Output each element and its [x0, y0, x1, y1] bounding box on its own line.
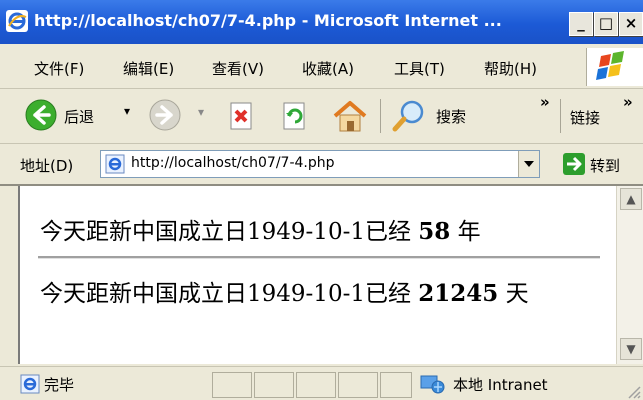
years-unit: 年 [457, 219, 481, 245]
refresh-icon[interactable] [281, 101, 309, 131]
ie-page-icon [105, 154, 125, 174]
forward-icon[interactable] [148, 98, 182, 132]
search-label: 搜索 [436, 108, 467, 126]
browser-window: http://localhost/ch07/7-4.php - Microsof… [0, 0, 643, 400]
days-prefix: 今天距新中国成立日 [40, 281, 247, 307]
back-label: 后退 [64, 108, 95, 126]
page-content: 今天距新中国成立日1949-10-1已经 58 年 今天距新中国成立日1949-… [18, 186, 618, 364]
status-cell [380, 372, 412, 398]
toolbar: 后退 ▾ ▾ 搜索 » 链接 » [0, 89, 643, 144]
forward-dropdown-icon[interactable]: ▾ [198, 105, 204, 119]
status-page-icon [20, 374, 40, 394]
search-button[interactable]: 搜索 [390, 98, 490, 134]
status-bar: 完毕 本地 Intranet [0, 366, 643, 400]
home-icon[interactable] [331, 98, 369, 134]
days-unit: 天 [505, 281, 529, 307]
days-line: 今天距新中国成立日1949-10-1已经 21245 天 [40, 274, 529, 308]
scroll-down-button[interactable]: ▼ [620, 338, 642, 360]
status-cell [254, 372, 294, 398]
address-value: http://localhost/ch07/7-4.php [131, 155, 335, 171]
years-value: 58 [418, 218, 451, 245]
days-mid: 已经 [364, 281, 411, 307]
status-text: 完毕 [44, 376, 75, 394]
go-button[interactable]: 转到 [560, 150, 640, 178]
toolbar-overflow-chevron[interactable]: » [540, 93, 550, 111]
years-line: 今天距新中国成立日1949-10-1已经 58 年 [40, 212, 481, 246]
days-date: 1949-10-1 [247, 281, 365, 307]
toolbar-separator [560, 99, 561, 133]
address-bar: 地址(D) http://localhost/ch07/7-4.php 转到 [0, 144, 643, 186]
menu-favorites[interactable]: 收藏(A) [302, 58, 354, 79]
status-cell [338, 372, 378, 398]
menu-bar: 文件(F) 编辑(E) 查看(V) 收藏(A) 工具(T) 帮助(H) [0, 44, 643, 89]
resize-grip-icon[interactable] [625, 383, 641, 399]
menu-view[interactable]: 查看(V) [212, 58, 264, 79]
intranet-icon [420, 375, 445, 394]
ie-page-icon [6, 10, 28, 32]
stop-icon[interactable] [228, 101, 256, 131]
menu-file[interactable]: 文件(F) [34, 58, 84, 79]
window-title: http://localhost/ch07/7-4.php - Microsof… [34, 11, 502, 30]
links-overflow-chevron[interactable]: » [623, 93, 633, 111]
address-dropdown-button[interactable] [518, 151, 539, 177]
menu-tools[interactable]: 工具(T) [394, 58, 445, 79]
security-zone: 本地 Intranet [453, 376, 548, 394]
menu-edit[interactable]: 编辑(E) [123, 58, 174, 79]
toolbar-separator [380, 99, 381, 133]
years-mid: 已经 [364, 219, 411, 245]
go-label: 转到 [590, 157, 621, 175]
windows-logo-icon [586, 48, 643, 86]
status-cell [212, 372, 252, 398]
links-label[interactable]: 链接 [570, 107, 600, 128]
address-label: 地址(D) [20, 157, 74, 175]
back-icon [25, 99, 57, 131]
close-button[interactable]: × [619, 12, 643, 36]
search-icon [392, 100, 424, 132]
address-input[interactable]: http://localhost/ch07/7-4.php [100, 150, 540, 178]
scroll-up-button[interactable]: ▲ [620, 188, 642, 210]
title-bar[interactable]: http://localhost/ch07/7-4.php - Microsof… [0, 0, 643, 44]
years-date: 1949-10-1 [247, 219, 365, 245]
maximize-button[interactable]: □ [594, 12, 618, 36]
go-icon [563, 153, 585, 175]
chevron-down-icon [524, 161, 534, 167]
back-dropdown-icon[interactable]: ▾ [124, 104, 130, 118]
vertical-scrollbar[interactable]: ▲ ▼ [616, 186, 643, 364]
days-value: 21245 [418, 280, 499, 307]
years-prefix: 今天距新中国成立日 [40, 219, 247, 245]
menu-help[interactable]: 帮助(H) [484, 58, 537, 79]
back-button[interactable]: 后退 ▾ [24, 98, 144, 134]
status-cell [296, 372, 336, 398]
minimize-button[interactable]: _ [569, 12, 593, 36]
horizontal-rule [38, 256, 600, 259]
